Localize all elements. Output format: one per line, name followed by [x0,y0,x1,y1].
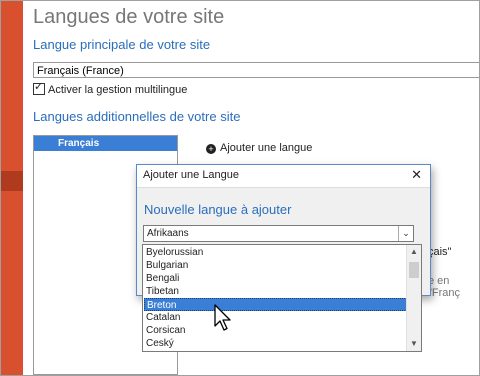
scroll-down-icon[interactable]: ▼ [407,337,421,351]
scrollbar-thumb[interactable] [409,262,419,278]
list-item[interactable]: Ceský [144,337,407,350]
dialog-title: Ajouter une Langue [143,169,240,181]
list-item[interactable]: Bulgarian [144,259,407,272]
dialog-heading: Nouvelle langue à ajouter [144,202,292,217]
multilingual-label: Activer la gestion multilingue [48,84,188,96]
scroll-up-icon[interactable]: ▲ [407,245,421,259]
chevron-down-icon[interactable]: ⌄ [398,226,413,241]
dropdown-scrollbar[interactable]: ▲ ▼ [406,245,421,351]
language-dropdown-list[interactable]: Byelorussian Bulgarian Bengali Tibetan B… [142,244,422,352]
left-accent-marker [1,171,23,191]
list-item[interactable]: Byelorussian [144,246,407,259]
add-language-label: Ajouter une langue [220,142,313,154]
primary-language-heading: Langue principale de votre site [33,37,211,52]
language-select[interactable]: Afrikaans ⌄ [143,225,414,242]
add-icon: + [206,144,216,154]
list-item[interactable]: Catalan [144,311,407,324]
multilingual-toggle[interactable]: Activer la gestion multilingue [33,80,188,96]
dialog-titlebar: Ajouter une Langue ✕ [137,165,430,188]
partial-text: e en "Franç [428,275,461,299]
list-item[interactable]: Français [34,136,177,151]
additional-languages-heading: Langues additionnelles de votre site [33,109,241,124]
multilingual-checkbox[interactable] [33,80,45,95]
primary-language-field[interactable]: Français (France) [33,62,479,78]
list-item[interactable]: Tibetan [144,285,407,298]
partial-text: çais" [428,246,452,258]
page-title: Langues de votre site [33,6,225,28]
list-item-selected[interactable]: Breton [144,298,407,311]
cursor-icon [214,304,231,331]
list-item[interactable]: Corsican [144,324,407,337]
add-language-button[interactable]: + Ajouter une langue [206,142,312,154]
left-accent-bar [1,1,23,375]
language-select-value: Afrikaans [147,228,189,239]
close-icon[interactable]: ✕ [411,167,422,183]
list-item[interactable]: Bengali [144,272,407,285]
